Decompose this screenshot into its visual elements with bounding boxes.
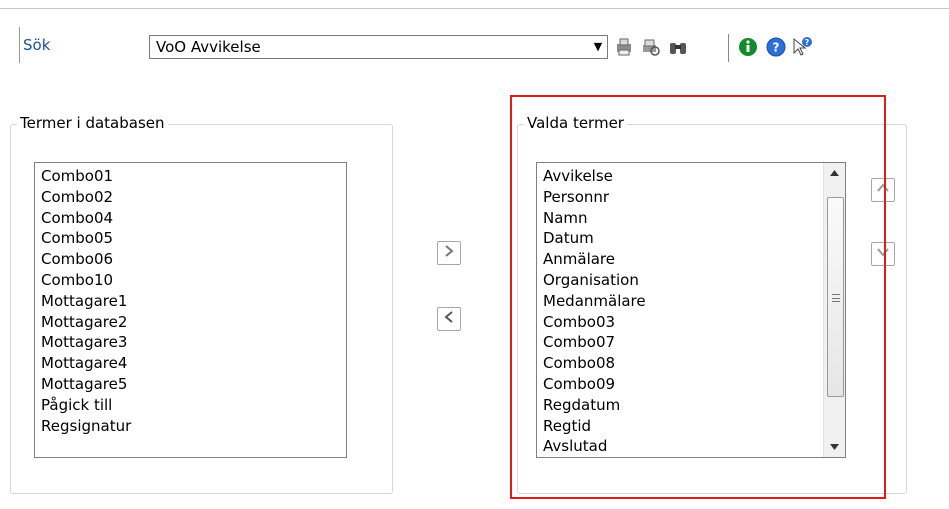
- chevron-down-icon[interactable]: ▼: [591, 39, 605, 55]
- add-term-button[interactable]: [437, 241, 461, 265]
- printer-icon[interactable]: [612, 35, 636, 59]
- list-item[interactable]: Mottagare4: [35, 353, 346, 374]
- arrow-left-icon: [442, 310, 456, 328]
- combo-value: VoO Avvikelse: [156, 38, 261, 56]
- list-item[interactable]: Mottagare2: [35, 312, 346, 333]
- list-item[interactable]: Combo04: [35, 208, 346, 229]
- print-preview-icon[interactable]: [639, 35, 663, 59]
- list-item[interactable]: Combo06: [35, 249, 346, 270]
- list-item[interactable]: Regsignatur: [35, 416, 346, 437]
- list-item[interactable]: Combo05: [35, 228, 346, 249]
- list-item[interactable]: Pågick till: [35, 395, 346, 416]
- list-item[interactable]: Combo02: [35, 187, 346, 208]
- binoculars-icon[interactable]: [666, 35, 690, 59]
- toolbar-divider: [728, 34, 729, 62]
- selected-terms-highlight: [510, 95, 886, 499]
- help-icon[interactable]: ?: [764, 35, 788, 59]
- search-link[interactable]: Sök: [23, 36, 50, 54]
- toolbar-separator: [19, 27, 20, 63]
- list-item[interactable]: Mottagare1: [35, 291, 346, 312]
- toolbar: Sök VoO Avvikelse ▼ ? ?: [0, 8, 949, 63]
- arrow-right-icon: [442, 244, 456, 262]
- pointer-help-icon[interactable]: ?: [790, 35, 814, 59]
- list-item[interactable]: Mottagare5: [35, 374, 346, 395]
- database-terms-title: Termer i databasen: [17, 114, 168, 132]
- info-icon[interactable]: [736, 35, 760, 59]
- remove-term-button[interactable]: [437, 307, 461, 331]
- list-item[interactable]: Combo01: [35, 166, 346, 187]
- svg-text:?: ?: [773, 41, 780, 55]
- list-item[interactable]: Mottagare3: [35, 332, 346, 353]
- svg-text:?: ?: [805, 38, 810, 47]
- form-select-combo[interactable]: VoO Avvikelse ▼: [149, 35, 608, 59]
- database-terms-list[interactable]: Combo01 Combo02 Combo04 Combo05 Combo06 Combo…: [34, 162, 347, 458]
- list-item[interactable]: Combo10: [35, 270, 346, 291]
